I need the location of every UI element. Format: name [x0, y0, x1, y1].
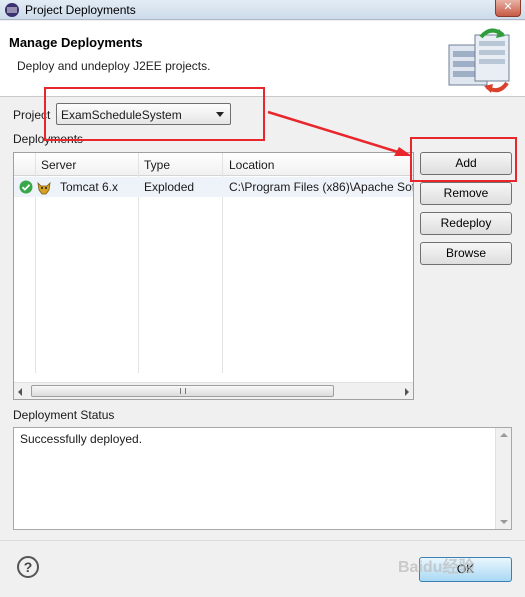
green-check-icon	[19, 180, 33, 194]
close-button[interactable]: ✕	[495, 0, 521, 17]
remove-button[interactable]: Remove	[420, 182, 512, 205]
column-header-server[interactable]: Server	[41, 158, 76, 172]
row-server: Tomcat 6.x	[60, 180, 119, 194]
help-icon[interactable]: ?	[17, 556, 39, 578]
vertical-scrollbar[interactable]	[495, 428, 511, 529]
eclipse-icon	[5, 3, 19, 17]
scroll-left-icon[interactable]	[18, 388, 22, 396]
scroll-right-icon[interactable]	[405, 388, 409, 396]
deployments-table[interactable]: Server Type Location Tomcat 6.x Exploded…	[13, 152, 414, 400]
watermark: Baidu经验	[398, 559, 475, 576]
column-header-location[interactable]: Location	[229, 158, 274, 172]
grip-icon	[180, 388, 186, 394]
deployment-status-label: Deployment Status	[13, 408, 115, 422]
page-title: Manage Deployments	[9, 35, 143, 50]
project-deployments-dialog: Project Deployments ✕ Manage Deployments…	[0, 0, 525, 597]
horizontal-scrollbar[interactable]	[14, 382, 413, 399]
redeploy-button[interactable]: Redeploy	[420, 212, 512, 235]
window-title: Project Deployments	[25, 3, 136, 17]
scroll-down-icon[interactable]	[500, 520, 508, 524]
title-bar: Project Deployments ✕	[0, 0, 525, 20]
scroll-thumb[interactable]	[31, 385, 334, 397]
footer-divider	[0, 540, 525, 541]
browse-button[interactable]: Browse	[420, 242, 512, 265]
highlight-box-project	[44, 87, 265, 141]
row-type: Exploded	[144, 180, 195, 194]
table-header: Server Type Location	[14, 153, 413, 176]
page-subtitle: Deploy and undeploy J2EE projects.	[17, 59, 211, 73]
column-header-type[interactable]: Type	[144, 158, 170, 172]
server-deploy-icon	[448, 28, 510, 93]
header-banner: Manage Deployments Deploy and undeploy J…	[0, 21, 525, 97]
table-row[interactable]: Tomcat 6.x Exploded C:\Program Files (x8…	[14, 177, 413, 197]
deployment-status-box[interactable]: Successfully deployed.	[13, 427, 512, 530]
highlight-box-add	[410, 137, 517, 182]
scroll-up-icon[interactable]	[500, 433, 508, 437]
row-location: C:\Program Files (x86)\Apache Soft	[229, 180, 414, 194]
tomcat-icon	[37, 181, 51, 195]
deployment-status-message: Successfully deployed.	[20, 432, 143, 446]
